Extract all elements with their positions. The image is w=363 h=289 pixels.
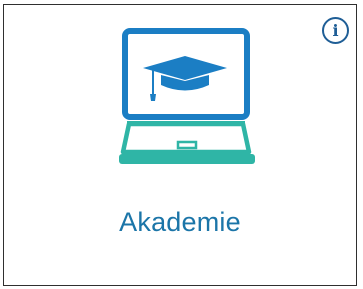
laptop-base: [119, 154, 255, 164]
laptop-camera: [184, 34, 188, 38]
graduation-cap-tassel: [150, 94, 156, 101]
laptop-trackpad: [176, 140, 198, 150]
laptop-graduation-cap-icon: [119, 28, 255, 164]
akademie-tile[interactable]: i Akademie: [3, 4, 357, 286]
info-icon: i: [332, 21, 339, 40]
info-button[interactable]: i: [322, 17, 349, 44]
tile-label: Akademie: [119, 207, 241, 237]
